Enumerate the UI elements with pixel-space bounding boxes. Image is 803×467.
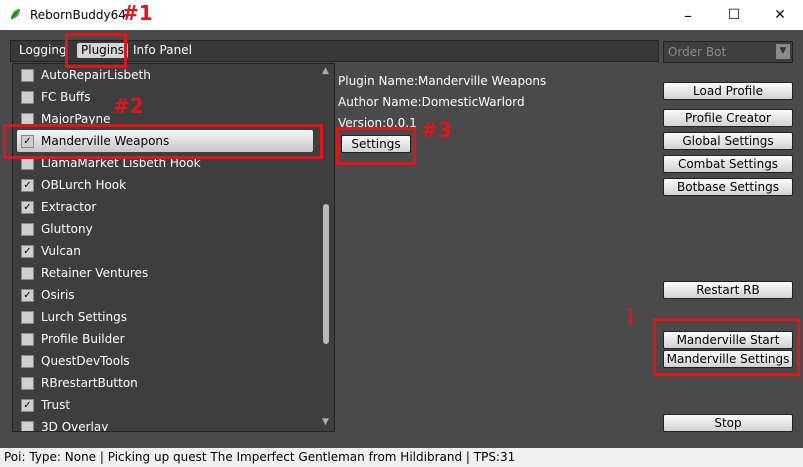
plugin-label: 3D Overlay — [41, 420, 109, 432]
maximize-button[interactable]: ☐ — [711, 0, 757, 30]
plugin-label: QuestDevTools — [41, 354, 130, 368]
plugin-item-oblurch-hook[interactable]: ✓ OBLurch Hook — [13, 174, 317, 196]
plugin-item-autorepairlisbeth[interactable]: AutoRepairLisbeth — [13, 64, 317, 86]
scroll-up-icon[interactable]: ▲ — [321, 67, 330, 76]
plugin-label: Osiris — [41, 288, 75, 302]
plugin-checkbox[interactable] — [21, 377, 34, 390]
plugin-item-retainer-ventures[interactable]: Retainer Ventures — [13, 262, 317, 284]
title-bar: RebornBuddy64 - #1 – ☐ ✕ — [0, 0, 803, 30]
combat-settings-button[interactable]: Combat Settings — [663, 155, 793, 173]
plugin-checkbox[interactable] — [21, 69, 34, 82]
plugin-checkbox[interactable] — [21, 267, 34, 280]
plugin-item-questdevtools[interactable]: QuestDevTools — [13, 350, 317, 372]
plugin-checkbox[interactable] — [21, 91, 34, 104]
restart-rb-button[interactable]: Restart RB — [663, 281, 793, 299]
plugin-name-text: Plugin Name:Manderville Weapons — [338, 74, 547, 88]
plugin-label: OBLurch Hook — [41, 178, 127, 192]
plugin-item-3d-overlay[interactable]: 3D Overlay — [13, 416, 317, 432]
annotation-1-box — [65, 33, 127, 68]
plugin-label: RBrestartButton — [41, 376, 138, 390]
plugin-label: Extractor — [41, 200, 97, 214]
plugin-checkbox[interactable]: ✓ — [21, 245, 34, 258]
annotation-3-label: #3 — [421, 118, 452, 142]
botbase-dropdown[interactable]: Order Bot ▼ — [663, 41, 793, 63]
annotation-i-box — [653, 318, 800, 376]
plugin-item-profile-builder[interactable]: Profile Builder — [13, 328, 317, 350]
plugin-label: Gluttony — [41, 222, 93, 236]
window-title: RebornBuddy64 - — [30, 8, 135, 22]
scrollbar-thumb[interactable] — [323, 204, 329, 344]
scroll-down-icon[interactable]: ▼ — [321, 418, 330, 427]
plugin-item-vulcan[interactable]: ✓ Vulcan — [13, 240, 317, 262]
plugin-checkbox[interactable] — [21, 421, 34, 431]
load-profile-button[interactable]: Load Profile — [663, 82, 793, 100]
plugin-label: Retainer Ventures — [41, 266, 149, 280]
plugin-label: Trust — [41, 398, 71, 412]
plugin-checkbox[interactable]: ✓ — [21, 289, 34, 302]
botbase-selected: Order Bot — [668, 45, 727, 59]
plugin-label: AutoRepairLisbeth — [41, 68, 151, 82]
tab-info-panel[interactable]: Info Panel — [133, 42, 192, 59]
status-text: Poi: Type: None | Picking up quest The I… — [4, 450, 516, 464]
annotation-i-label: i — [627, 305, 634, 329]
plugin-author-text: Author Name:DomesticWarlord — [338, 95, 525, 109]
plugin-checkbox[interactable] — [21, 223, 34, 236]
global-settings-button[interactable]: Global Settings — [663, 132, 793, 150]
plugin-checkbox[interactable]: ✓ — [21, 399, 34, 412]
app-leaf-icon — [10, 9, 20, 20]
plugin-checkbox[interactable] — [21, 311, 34, 324]
maximize-icon: ☐ — [727, 7, 741, 23]
close-button[interactable]: ✕ — [757, 0, 803, 30]
plugin-item-fc-buffs[interactable]: FC Buffs — [13, 86, 317, 108]
close-icon: ✕ — [774, 7, 786, 23]
annotation-2-box — [3, 124, 323, 159]
plugin-checkbox[interactable] — [21, 355, 34, 368]
plugin-item-rbrestartbutton[interactable]: RBrestartButton — [13, 372, 317, 394]
plugin-checkbox[interactable] — [21, 333, 34, 346]
plugin-list-scrollbar[interactable]: ▲ ▼ — [318, 64, 333, 431]
plugin-item-gluttony[interactable]: Gluttony — [13, 218, 317, 240]
annotation-3-box — [336, 127, 416, 165]
plugin-checkbox[interactable]: ✓ — [21, 179, 34, 192]
plugin-label: FC Buffs — [41, 90, 91, 104]
plugin-item-trust[interactable]: ✓ Trust — [13, 394, 317, 416]
main-panel: Logging Plugins Info Panel Order Bot ▼ A… — [0, 30, 803, 448]
stop-button[interactable]: Stop — [663, 414, 793, 432]
minimize-icon: – — [684, 5, 692, 25]
status-bar: Poi: Type: None | Picking up quest The I… — [0, 448, 803, 467]
minimize-button[interactable]: – — [665, 0, 711, 30]
annotation-2-label: #2 — [113, 94, 144, 118]
plugin-label: Lurch Settings — [41, 310, 127, 324]
plugin-label: Profile Builder — [41, 332, 125, 346]
plugin-checkbox[interactable]: ✓ — [21, 201, 34, 214]
plugin-item-osiris[interactable]: ✓ Osiris — [13, 284, 317, 306]
plugin-item-lurch-settings[interactable]: Lurch Settings — [13, 306, 317, 328]
plugin-label: Vulcan — [41, 244, 81, 258]
plugin-list: AutoRepairLisbeth FC Buffs MajorPayne ✓ M… — [12, 63, 335, 432]
chevron-down-icon[interactable]: ▼ — [776, 44, 790, 59]
profile-creator-button[interactable]: Profile Creator — [663, 109, 793, 127]
tab-logging[interactable]: Logging — [19, 42, 67, 59]
plugin-item-extractor[interactable]: ✓ Extractor — [13, 196, 317, 218]
botbase-settings-button[interactable]: Botbase Settings — [663, 178, 793, 196]
annotation-1-label: #1 — [122, 1, 153, 25]
